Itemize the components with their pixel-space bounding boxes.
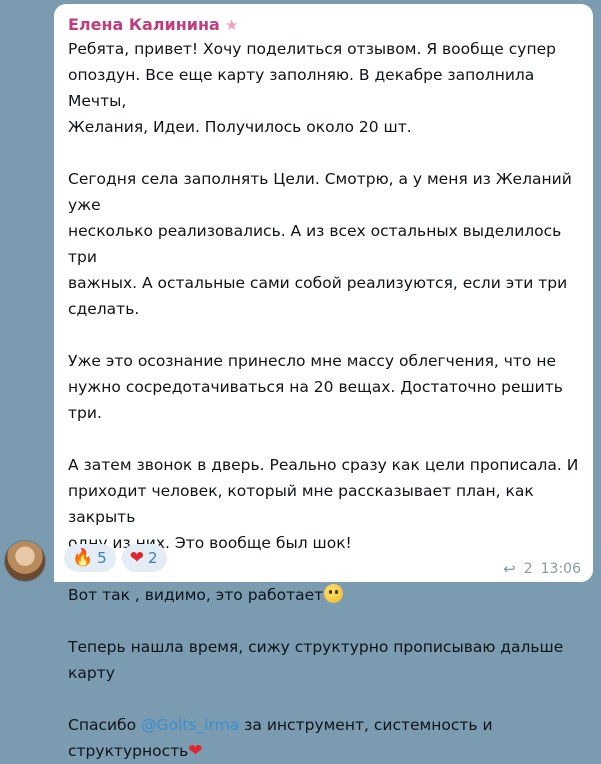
message-time: 13:06: [540, 561, 581, 577]
message-text: Ребята, привет! Хочу поделиться отзывом.…: [68, 36, 579, 764]
paragraph-2: Сегодня села заполнять Цели. Смотрю, а у…: [68, 166, 579, 322]
reaction-count: 5: [97, 549, 107, 567]
reactions: 🔥 5 ❤ 2: [64, 544, 167, 572]
closing-line: структурность: [68, 742, 189, 760]
star-icon: ★: [224, 16, 239, 34]
heart-icon: ❤: [188, 741, 203, 761]
paragraph-3: Уже это осознание принесло мне массу обл…: [68, 348, 579, 426]
line: Теперь нашла время, сижу структурно проп…: [68, 638, 564, 656]
closing-text: Спасибо: [68, 716, 142, 734]
reaction-fire[interactable]: 🔥 5: [64, 544, 116, 572]
line: Желания, Идеи. Получилось около 20 шт.: [68, 118, 412, 136]
line: нужно сосредотачиваться на 20 вещах. Дос…: [68, 378, 563, 422]
line: А затем звонок в дверь. Реально сразу ка…: [68, 456, 579, 474]
heart-icon: ❤: [129, 548, 144, 568]
line: важных. А остальные сами собой реализуют…: [68, 274, 568, 292]
line: Сегодня села заполнять Цели. Смотрю, а у…: [68, 170, 572, 214]
paragraph-7: Спасибо @Golts_irma за инструмент, систе…: [68, 712, 579, 764]
line: приходит человек, который мне рассказыва…: [68, 482, 534, 526]
reaction-count: 2: [147, 549, 158, 567]
line: сделать.: [68, 300, 140, 318]
reply-count[interactable]: 2: [524, 561, 533, 577]
fire-icon: 🔥: [72, 548, 94, 568]
closing-text: за инструмент, системность и: [239, 716, 493, 734]
line: Уже это осознание принесло мне массу обл…: [68, 352, 557, 370]
paragraph-6: Теперь нашла время, сижу структурно проп…: [68, 634, 579, 686]
line: несколько реализовались. А из всех остал…: [68, 222, 562, 266]
line: карту: [68, 664, 115, 682]
mention-link[interactable]: @Golts_irma: [141, 716, 239, 734]
reaction-heart[interactable]: ❤ 2: [121, 544, 167, 572]
line: Ребята, привет! Хочу поделиться отзывом.…: [68, 40, 556, 58]
avatar[interactable]: [4, 540, 46, 582]
message-bubble: Елена Калинина ★ Ребята, привет! Хочу по…: [54, 4, 593, 761]
paragraph-1: Ребята, привет! Хочу поделиться отзывом.…: [68, 36, 579, 140]
reply-icon[interactable]: ↩: [503, 560, 516, 578]
paragraph-5: Вот так , видимо, это работает: [68, 582, 579, 608]
paragraph-4: А затем звонок в дверь. Реально сразу ка…: [68, 452, 579, 556]
message-meta: ↩ 2 13:06: [503, 560, 581, 578]
line: опоздун. Все еще карту заполняю. В декаб…: [68, 66, 535, 110]
author-name[interactable]: Елена Калинина ★: [68, 14, 579, 36]
line: Вот так , видимо, это работает: [68, 586, 324, 604]
author-label[interactable]: Елена Калинина: [68, 14, 220, 36]
